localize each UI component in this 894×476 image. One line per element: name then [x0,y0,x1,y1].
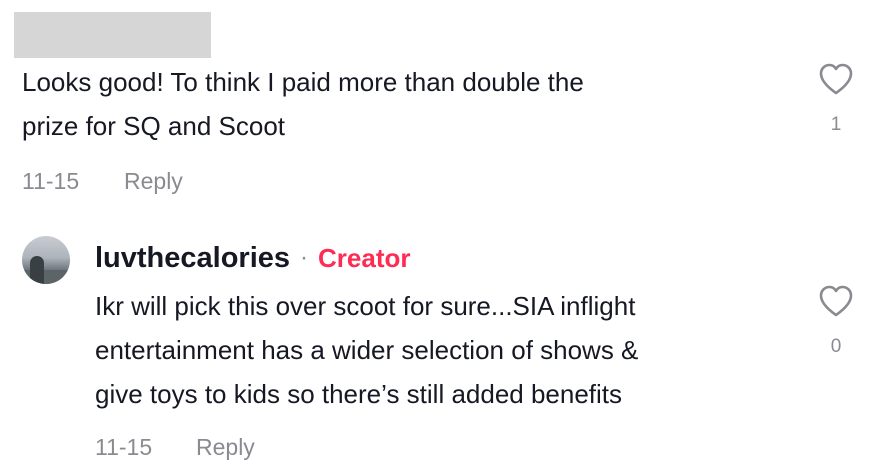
reply-button[interactable]: Reply [124,168,183,195]
comment-text: Looks good! To think I paid more than do… [22,60,762,148]
heart-outline-icon [818,284,854,318]
comment-text-line: give toys to kids so there’s still added… [95,379,623,409]
comment-text-line: Ikr will pick this over scoot for sure..… [95,291,636,321]
like-button[interactable]: 1 [816,62,856,136]
separator-dot: · [300,244,309,271]
redacted-username [14,12,211,58]
comment-date: 11-15 [22,168,80,194]
comment-date: 11-15 [95,434,153,460]
reply-button[interactable]: Reply [196,434,255,461]
avatar[interactable] [22,236,70,284]
creator-badge: Creator [318,242,411,273]
like-count: 0 [830,336,842,357]
like-button[interactable]: 0 [816,284,856,358]
comment-text-line: Looks good! To think I paid more than do… [22,67,584,97]
comment-text-line: prize for SQ and Scoot [22,111,286,141]
comment-author-row: luvthecalories · Creator [95,236,411,280]
like-count: 1 [830,114,842,135]
comment-text: Ikr will pick this over scoot for sure..… [95,284,795,416]
comment-text-line: entertainment has a wider selection of s… [95,335,639,365]
heart-outline-icon [818,62,854,96]
author-name[interactable]: luvthecalories [95,242,290,275]
